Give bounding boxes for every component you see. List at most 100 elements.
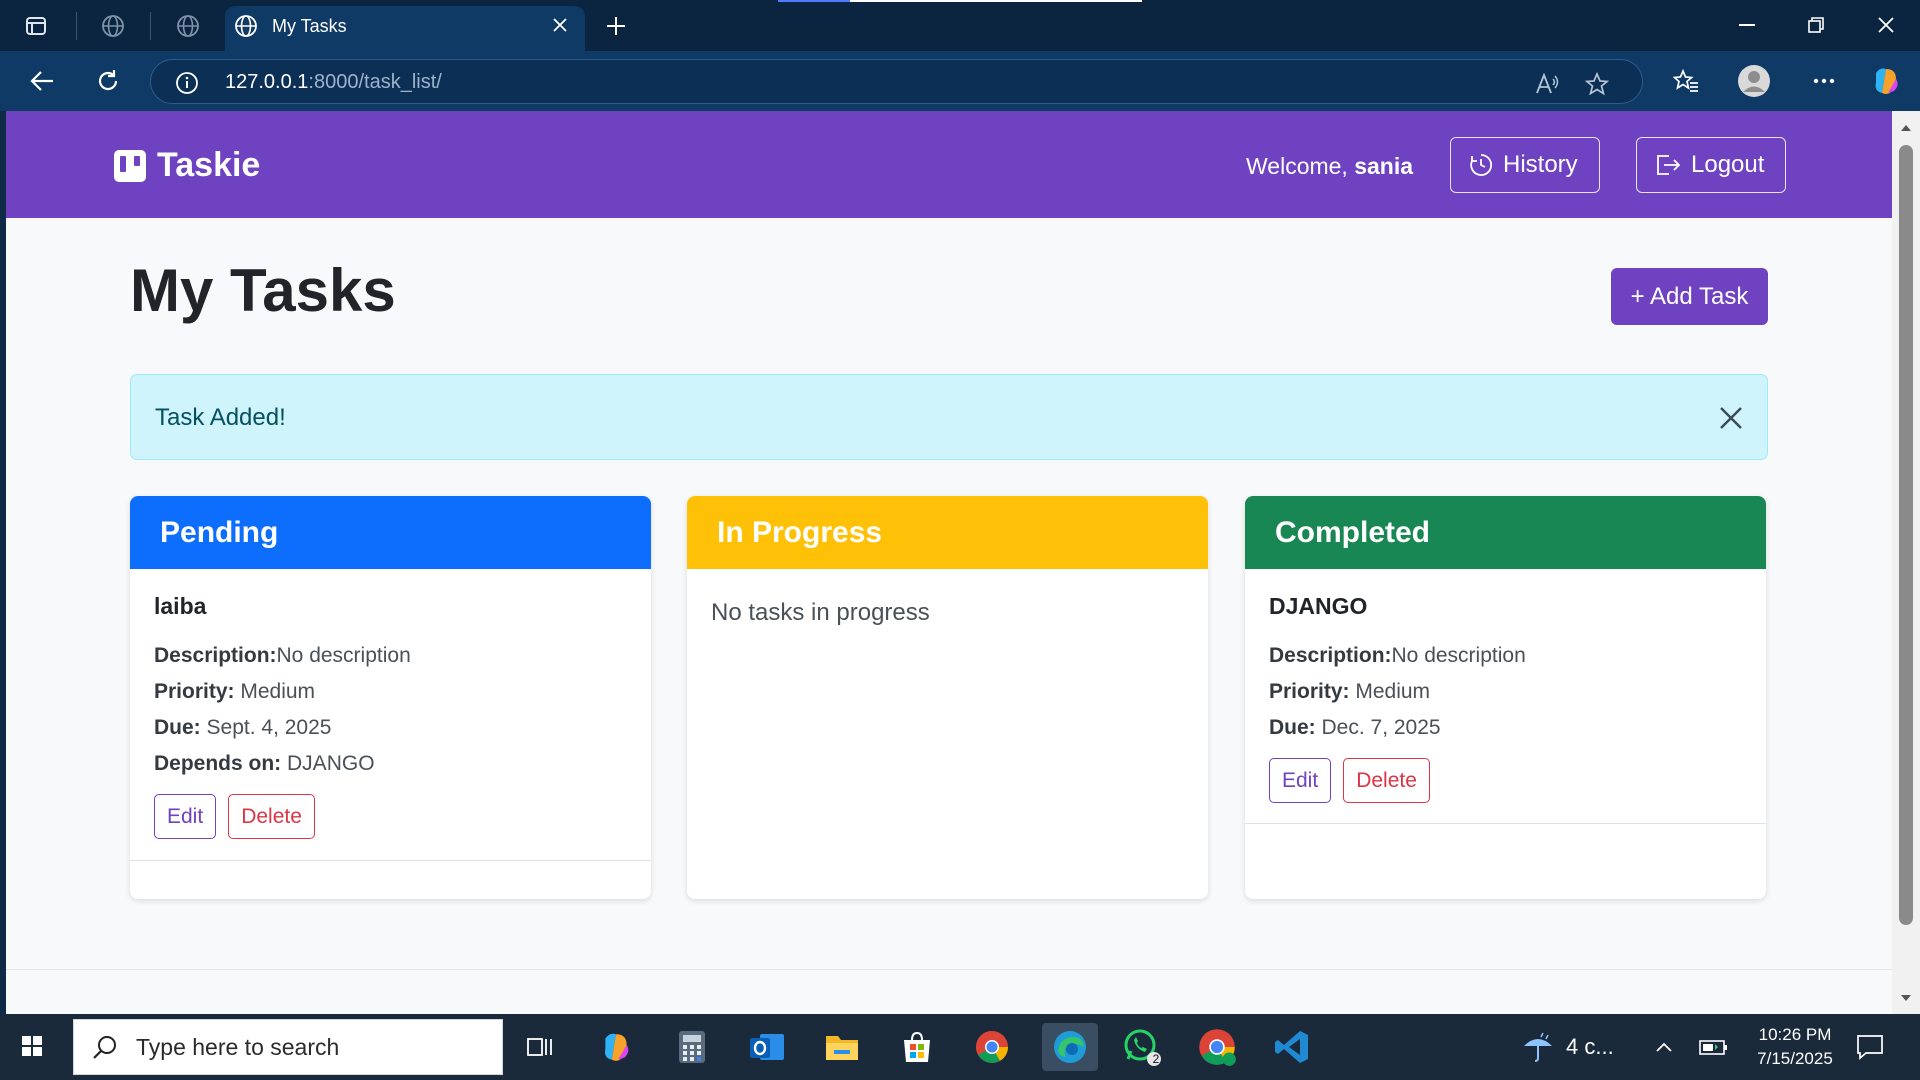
- kanban-logo-icon: [113, 149, 147, 183]
- whatsapp-badge: 2: [1152, 1052, 1160, 1066]
- priority-value: Medium: [240, 680, 316, 703]
- edge-icon[interactable]: [1042, 1023, 1098, 1071]
- page-scrollbar[interactable]: [1892, 111, 1920, 1014]
- more-options-icon[interactable]: [1806, 63, 1842, 99]
- restore-icon[interactable]: [1794, 8, 1838, 42]
- windows-start-icon[interactable]: [16, 1030, 48, 1062]
- profile-avatar-icon[interactable]: [1736, 63, 1772, 99]
- clock-history-icon: [1469, 153, 1493, 177]
- task-card: laiba Description:No description Priorit…: [130, 569, 651, 839]
- vscode-icon[interactable]: [1268, 1023, 1316, 1071]
- url-text[interactable]: 127.0.0.1:8000/task_list/: [225, 71, 442, 94]
- success-alert: Task Added!: [130, 374, 1768, 460]
- weather-umbrella-icon[interactable]: [1514, 1023, 1562, 1071]
- description-value: No description: [1391, 644, 1526, 667]
- completed-header: Completed: [1245, 496, 1766, 569]
- history-button[interactable]: History: [1450, 137, 1600, 193]
- tab-globe-icon: [230, 10, 262, 42]
- minimize-icon[interactable]: [1725, 8, 1769, 42]
- browser-tab-bar: My Tasks: [0, 0, 1920, 51]
- pending-column: Pending laiba Description:No description…: [130, 496, 651, 899]
- task-description: Description:No description: [154, 638, 627, 674]
- empty-message: No tasks in progress: [711, 599, 930, 626]
- globe-icon[interactable]: [97, 10, 129, 42]
- task-priority: Priority: Medium: [154, 674, 627, 710]
- outlook-app-icon[interactable]: [743, 1023, 791, 1071]
- priority-value: Medium: [1355, 680, 1431, 703]
- url-path: :8000/task_list/: [308, 71, 442, 93]
- system-clock[interactable]: 10:26 PM 7/15/2025: [1745, 1023, 1845, 1071]
- search-placeholder: Type here to search: [136, 1033, 340, 1060]
- task-description: Description:No description: [1269, 638, 1742, 674]
- battery-network-icon[interactable]: [1690, 1023, 1738, 1071]
- description-label: Description:: [1269, 644, 1392, 667]
- clock-date: 7/15/2025: [1757, 1049, 1833, 1068]
- priority-label: Priority:: [154, 680, 235, 703]
- new-tab-icon[interactable]: [600, 10, 632, 42]
- due-label: Due:: [1269, 716, 1316, 739]
- taskbar-search-box[interactable]: Type here to search: [73, 1019, 503, 1075]
- brand-name: Taskie: [157, 146, 261, 184]
- scroll-down-icon[interactable]: [1899, 991, 1913, 1005]
- microsoft-store-icon[interactable]: [893, 1023, 941, 1071]
- alert-close-icon[interactable]: [1716, 403, 1746, 433]
- scrollbar-thumb[interactable]: [1899, 145, 1913, 925]
- weather-text[interactable]: 4 c...: [1566, 1034, 1614, 1060]
- logout-button[interactable]: Logout: [1636, 137, 1786, 193]
- url-bar[interactable]: 127.0.0.1:8000/task_list/: [150, 59, 1643, 104]
- delete-task-button[interactable]: Delete: [228, 794, 315, 839]
- favorite-star-icon[interactable]: [1583, 70, 1611, 98]
- tab-actions-icon[interactable]: [20, 10, 52, 42]
- tab-close-icon[interactable]: [548, 13, 572, 37]
- due-value: Sept. 4, 2025: [206, 716, 332, 739]
- add-task-button[interactable]: + Add Task: [1611, 268, 1768, 325]
- priority-label: Priority:: [1269, 680, 1350, 703]
- favorites-icon[interactable]: [1668, 63, 1704, 99]
- edit-task-button[interactable]: Edit: [1269, 758, 1332, 803]
- in-progress-column: In Progress No tasks in progress: [687, 496, 1208, 899]
- site-info-icon[interactable]: [175, 71, 199, 95]
- welcome-prefix: Welcome,: [1246, 153, 1348, 179]
- edit-task-button[interactable]: Edit: [154, 794, 217, 839]
- refresh-icon[interactable]: [90, 63, 126, 99]
- show-hidden-icons-chevron-icon[interactable]: [1640, 1023, 1688, 1071]
- chrome-profile-icon[interactable]: [1193, 1023, 1241, 1071]
- close-window-icon[interactable]: [1864, 8, 1908, 42]
- notifications-icon[interactable]: [1846, 1023, 1894, 1071]
- task-name: laiba: [154, 593, 207, 619]
- task-due: Due: Dec. 7, 2025: [1269, 710, 1742, 746]
- task-due: Due: Sept. 4, 2025: [154, 710, 627, 746]
- loading-indicator-accent: [778, 0, 850, 2]
- search-icon: [92, 1034, 118, 1060]
- windows-taskbar: Type here to search 2 4 c... 10:26 PM 7/…: [0, 1014, 1920, 1080]
- due-value: Dec. 7, 2025: [1321, 716, 1441, 739]
- back-icon[interactable]: [24, 63, 60, 99]
- welcome-text: Welcome, sania: [1246, 153, 1413, 180]
- brand[interactable]: Taskie: [113, 146, 260, 185]
- copilot-app-icon[interactable]: [592, 1023, 640, 1071]
- copilot-icon[interactable]: [1868, 63, 1904, 99]
- completed-column: Completed DJANGO Description:No descript…: [1245, 496, 1766, 899]
- task-view-icon[interactable]: [516, 1023, 564, 1071]
- globe-icon[interactable]: [172, 10, 204, 42]
- username: sania: [1354, 153, 1414, 179]
- card-divider: [130, 860, 651, 861]
- task-card: DJANGO Description:No description Priori…: [1245, 569, 1766, 803]
- footer-divider: [6, 969, 1892, 970]
- logout-icon: [1655, 153, 1681, 177]
- app-navbar: Taskie Welcome, sania History Logout: [6, 111, 1892, 218]
- file-explorer-icon[interactable]: [818, 1023, 866, 1071]
- scroll-up-icon[interactable]: [1899, 121, 1913, 135]
- calculator-app-icon[interactable]: [668, 1023, 716, 1071]
- depends-label: Depends on:: [154, 752, 282, 775]
- read-aloud-icon[interactable]: [1533, 70, 1561, 98]
- delete-task-button[interactable]: Delete: [1343, 758, 1430, 803]
- whatsapp-icon[interactable]: 2: [1118, 1023, 1166, 1071]
- tab-title: My Tasks: [272, 16, 347, 36]
- logout-label: Logout: [1691, 151, 1765, 178]
- url-host: 127.0.0.1: [225, 71, 309, 93]
- page-title: My Tasks: [130, 257, 396, 324]
- description-value: No description: [276, 644, 411, 667]
- page-viewport: Taskie Welcome, sania History Logout My …: [6, 111, 1892, 1014]
- chrome-icon[interactable]: [968, 1023, 1016, 1071]
